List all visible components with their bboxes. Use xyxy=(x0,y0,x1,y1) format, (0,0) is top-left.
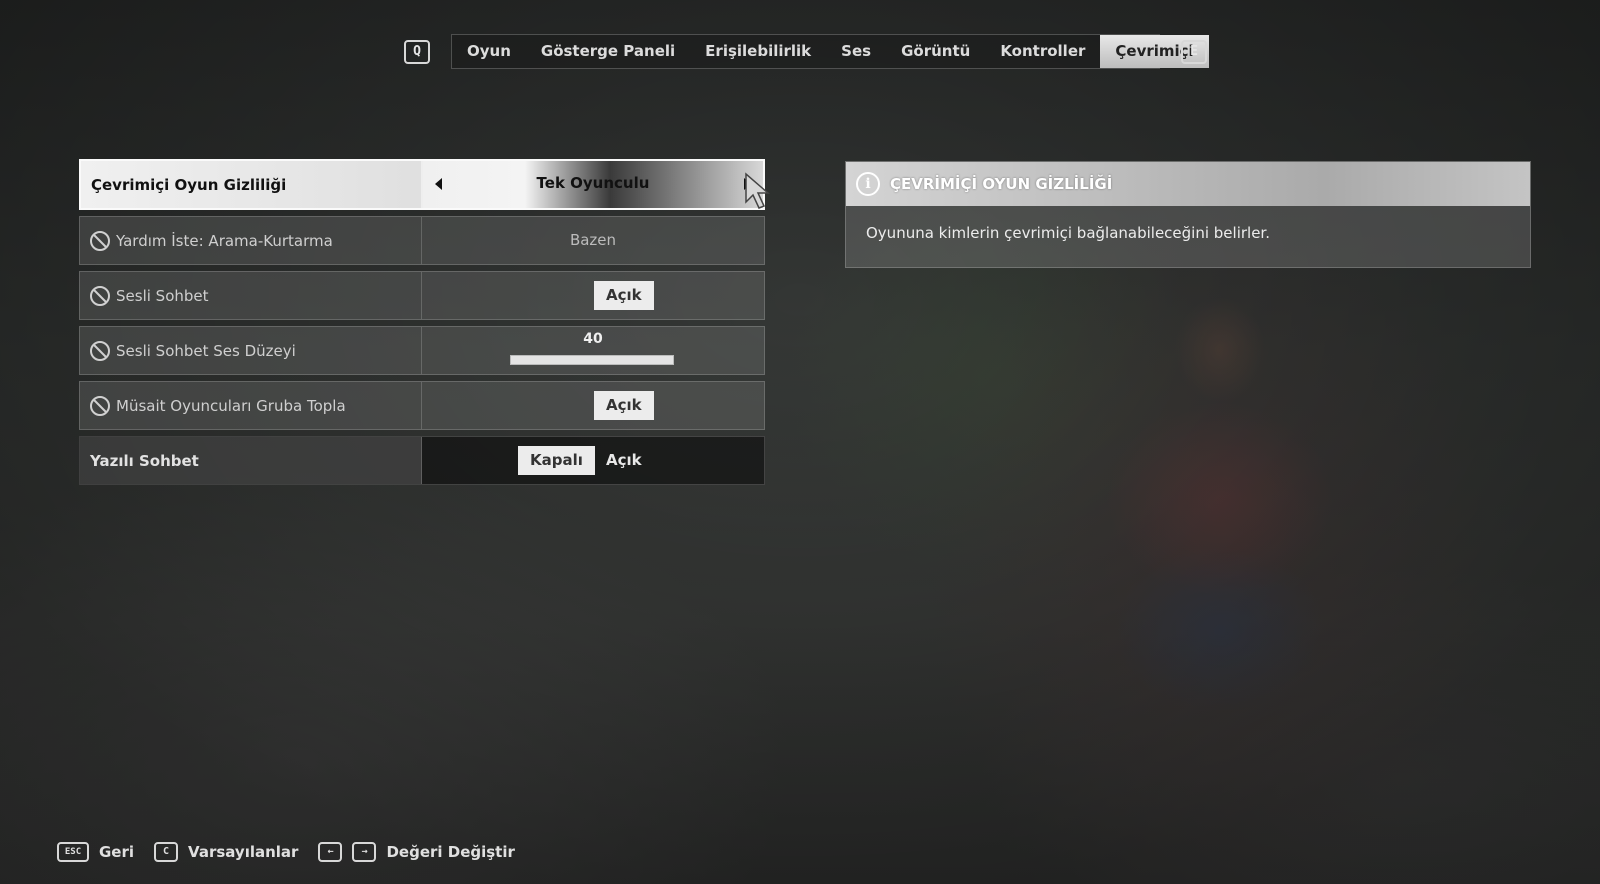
mouse-cursor-icon xyxy=(745,172,771,209)
disabled-icon xyxy=(90,230,110,251)
tab-erisilebilirlik[interactable]: Erişilebilirlik xyxy=(690,35,826,68)
value-cell: 40 xyxy=(422,327,764,374)
disabled-icon xyxy=(90,285,110,306)
disabled-icon xyxy=(90,395,110,416)
prev-tab-key[interactable]: Q xyxy=(404,40,430,64)
info-description: Oyununa kimlerin çevrimiçi bağlanabilece… xyxy=(866,224,1270,242)
setting-label: Yazılı Sohbet xyxy=(80,437,422,484)
setting-label-cell: Müsait Oyuncuları Gruba Topla xyxy=(80,382,422,429)
setting-matchmaking: Müsait Oyuncuları Gruba Topla Açık xyxy=(79,381,765,430)
slider-value: 40 xyxy=(583,331,603,347)
info-title: ÇEVRİMİÇİ OYUN GİZLİLİĞİ xyxy=(890,175,1113,193)
setting-ask-help: Yardım İste: Arama-Kurtarma Bazen xyxy=(79,216,765,265)
setting-online-privacy[interactable]: Çevrimiçi Oyun Gizliliği Tek Oyunculu xyxy=(79,159,765,210)
value-cell: Bazen xyxy=(422,217,764,264)
toggle-on-pill: Açık xyxy=(594,391,654,420)
setting-label: Yardım İste: Arama-Kurtarma xyxy=(116,231,333,250)
volume-slider xyxy=(510,355,674,365)
change-value-label: Değeri Değiştir xyxy=(386,843,515,861)
next-tab-key[interactable]: E xyxy=(1181,40,1207,64)
arrow-left-key-icon[interactable]: ← xyxy=(318,842,343,862)
setting-label: Müsait Oyuncuları Gruba Topla xyxy=(116,396,346,415)
c-key[interactable]: C xyxy=(154,842,179,862)
setting-label: Sesli Sohbet Ses Düzeyi xyxy=(116,341,296,360)
tab-bar: Oyun Gösterge Paneli Erişilebilirlik Ses… xyxy=(451,34,1209,69)
setting-text-chat[interactable]: Yazılı Sohbet Kapalı Açık xyxy=(79,436,765,485)
setting-voice-chat: Sesli Sohbet Açık xyxy=(79,271,765,320)
setting-label: Sesli Sohbet xyxy=(116,286,209,305)
settings-list: Çevrimiçi Oyun Gizliliği Tek Oyunculu Ya… xyxy=(79,159,765,491)
setting-value: Bazen xyxy=(569,231,617,249)
toggle[interactable]: Kapalı Açık xyxy=(422,437,764,484)
top-nav: Q Oyun Gösterge Paneli Erişilebilirlik S… xyxy=(0,34,1600,69)
tab-gosterge-paneli[interactable]: Gösterge Paneli xyxy=(526,35,690,68)
toggle-on-pill: Açık xyxy=(594,281,654,310)
value-selector[interactable]: Tek Oyunculu xyxy=(423,161,763,208)
info-icon: i xyxy=(856,172,880,196)
tab-oyun[interactable]: Oyun xyxy=(452,35,526,68)
arrow-right-key-icon[interactable]: → xyxy=(352,842,377,862)
tab-kontroller[interactable]: Kontroller xyxy=(985,35,1100,68)
toggle-on-option[interactable]: Açık xyxy=(594,446,654,475)
setting-voice-chat-volume: Sesli Sohbet Ses Düzeyi 40 xyxy=(79,326,765,375)
selected-value: Tek Oyunculu xyxy=(536,174,650,192)
setting-label: Çevrimiçi Oyun Gizliliği xyxy=(81,161,423,208)
value-cell: Açık xyxy=(422,382,764,429)
defaults-label[interactable]: Varsayılanlar xyxy=(188,843,298,861)
slider-fill xyxy=(511,356,673,364)
setting-label-cell: Yardım İste: Arama-Kurtarma xyxy=(80,217,422,264)
tab-goruntu[interactable]: Görüntü xyxy=(886,35,985,68)
toggle-off-option[interactable]: Kapalı xyxy=(518,446,595,475)
value-cell: Açık xyxy=(422,272,764,319)
setting-label-cell: Sesli Sohbet xyxy=(80,272,422,319)
button-prompts: ESC Geri C Varsayılanlar ← → Değeri Deği… xyxy=(57,838,535,866)
info-panel: i ÇEVRİMİÇİ OYUN GİZLİLİĞİ Oyununa kimle… xyxy=(845,161,1531,268)
tab-ses[interactable]: Ses xyxy=(826,35,886,68)
setting-label-cell: Sesli Sohbet Ses Düzeyi xyxy=(80,327,422,374)
esc-key[interactable]: ESC xyxy=(57,842,89,862)
disabled-icon xyxy=(90,340,110,361)
back-label[interactable]: Geri xyxy=(99,843,134,861)
info-header: i ÇEVRİMİÇİ OYUN GİZLİLİĞİ xyxy=(846,162,1530,206)
